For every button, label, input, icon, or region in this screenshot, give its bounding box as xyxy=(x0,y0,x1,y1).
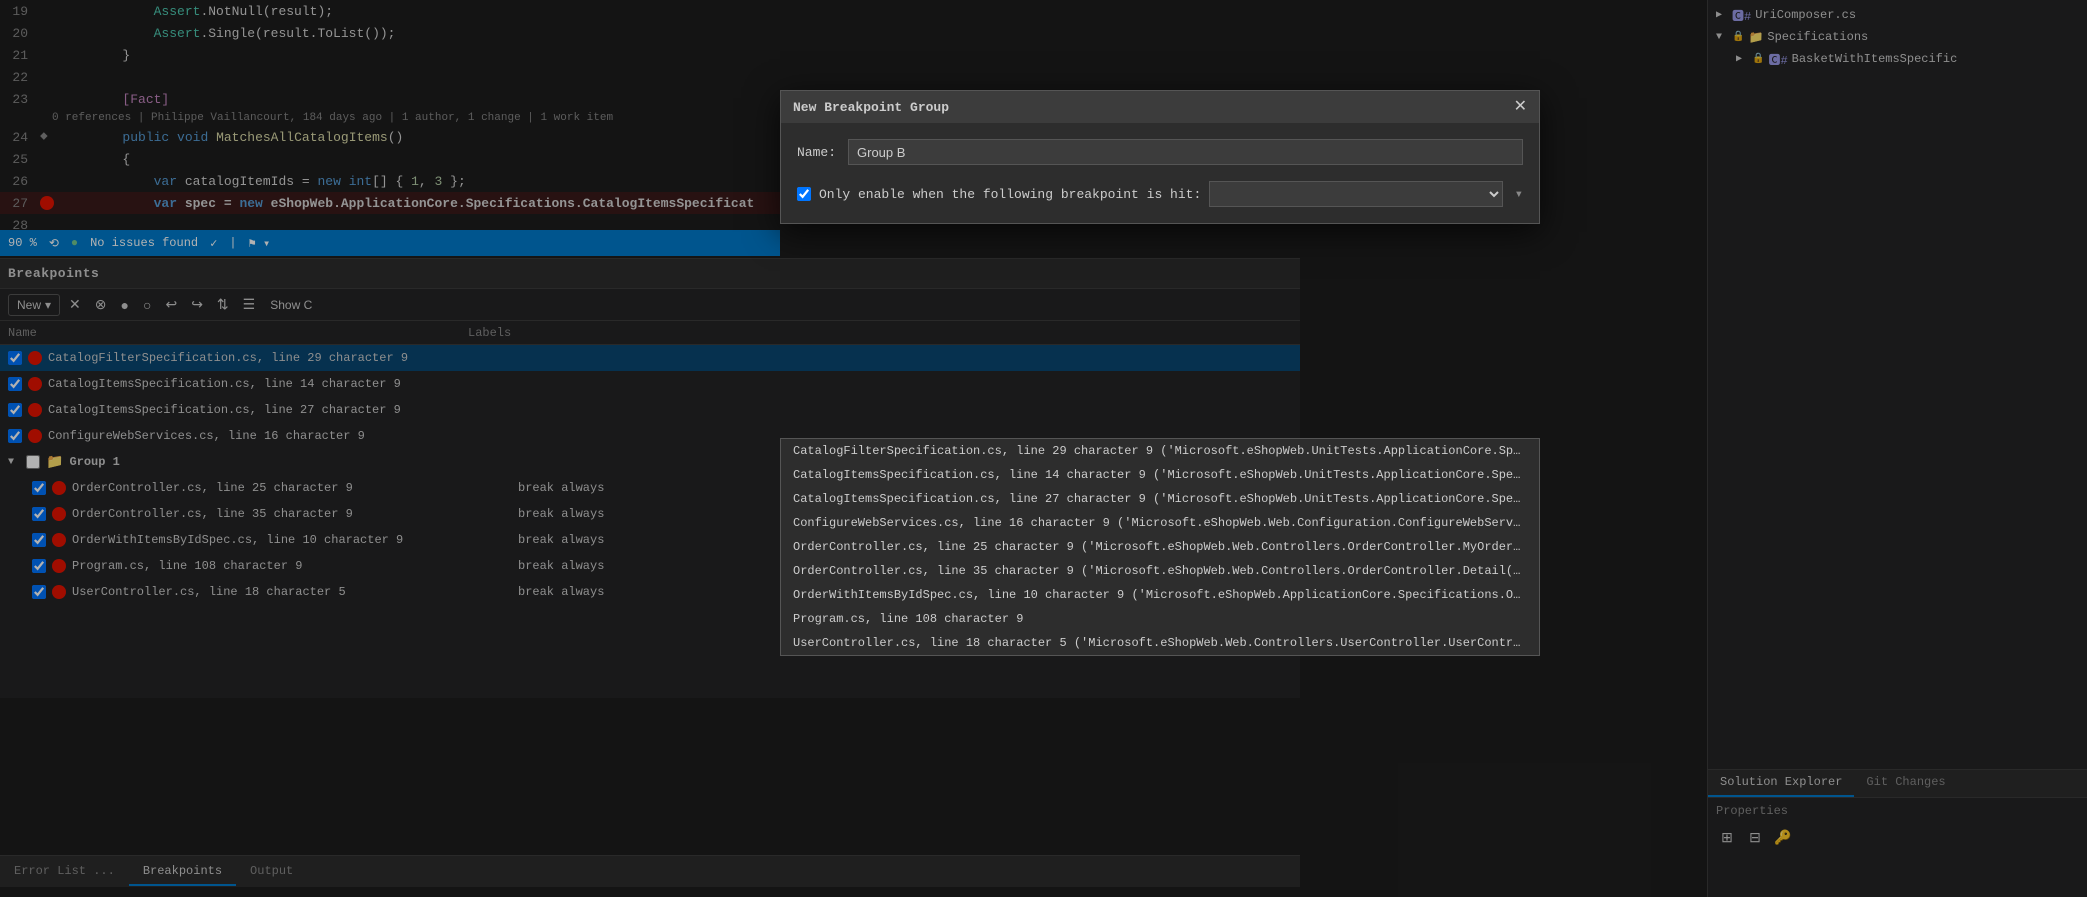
dropdown-item-1[interactable]: CatalogFilterSpecification.cs, line 29 c… xyxy=(781,439,1539,463)
dropdown-item-6[interactable]: OrderController.cs, line 35 character 9 … xyxy=(781,559,1539,583)
dropdown-item-3[interactable]: CatalogItemsSpecification.cs, line 27 ch… xyxy=(781,487,1539,511)
new-breakpoint-group-dialog: New Breakpoint Group ✕ Name: Only enable… xyxy=(780,90,1540,224)
dialog-name-row: Name: xyxy=(797,139,1523,165)
dialog-checkbox-row: Only enable when the following breakpoin… xyxy=(797,181,1523,207)
dialog-body: Name: Only enable when the following bre… xyxy=(781,123,1539,223)
dialog-checkbox-label: Only enable when the following breakpoin… xyxy=(819,187,1201,202)
dropdown-item-7[interactable]: OrderWithItemsByIdSpec.cs, line 10 chara… xyxy=(781,583,1539,607)
breakpoint-dropdown-list: CatalogFilterSpecification.cs, line 29 c… xyxy=(780,438,1540,656)
dropdown-item-4[interactable]: ConfigureWebServices.cs, line 16 charact… xyxy=(781,511,1539,535)
dialog-name-input[interactable] xyxy=(848,139,1523,165)
dialog-overlay: New Breakpoint Group ✕ Name: Only enable… xyxy=(0,0,2087,897)
dialog-enable-checkbox[interactable] xyxy=(797,187,811,201)
dropdown-item-8[interactable]: Program.cs, line 108 character 9 xyxy=(781,607,1539,631)
dialog-title-bar: New Breakpoint Group ✕ xyxy=(781,91,1539,123)
dialog-breakpoint-select[interactable] xyxy=(1209,181,1502,207)
dialog-name-label: Name: xyxy=(797,145,836,160)
dropdown-item-5[interactable]: OrderController.cs, line 25 character 9 … xyxy=(781,535,1539,559)
dropdown-item-9[interactable]: UserController.cs, line 18 character 5 (… xyxy=(781,631,1539,655)
dialog-title: New Breakpoint Group xyxy=(793,100,949,115)
dropdown-item-2[interactable]: CatalogItemsSpecification.cs, line 14 ch… xyxy=(781,463,1539,487)
dialog-close-button[interactable]: ✕ xyxy=(1514,99,1527,115)
